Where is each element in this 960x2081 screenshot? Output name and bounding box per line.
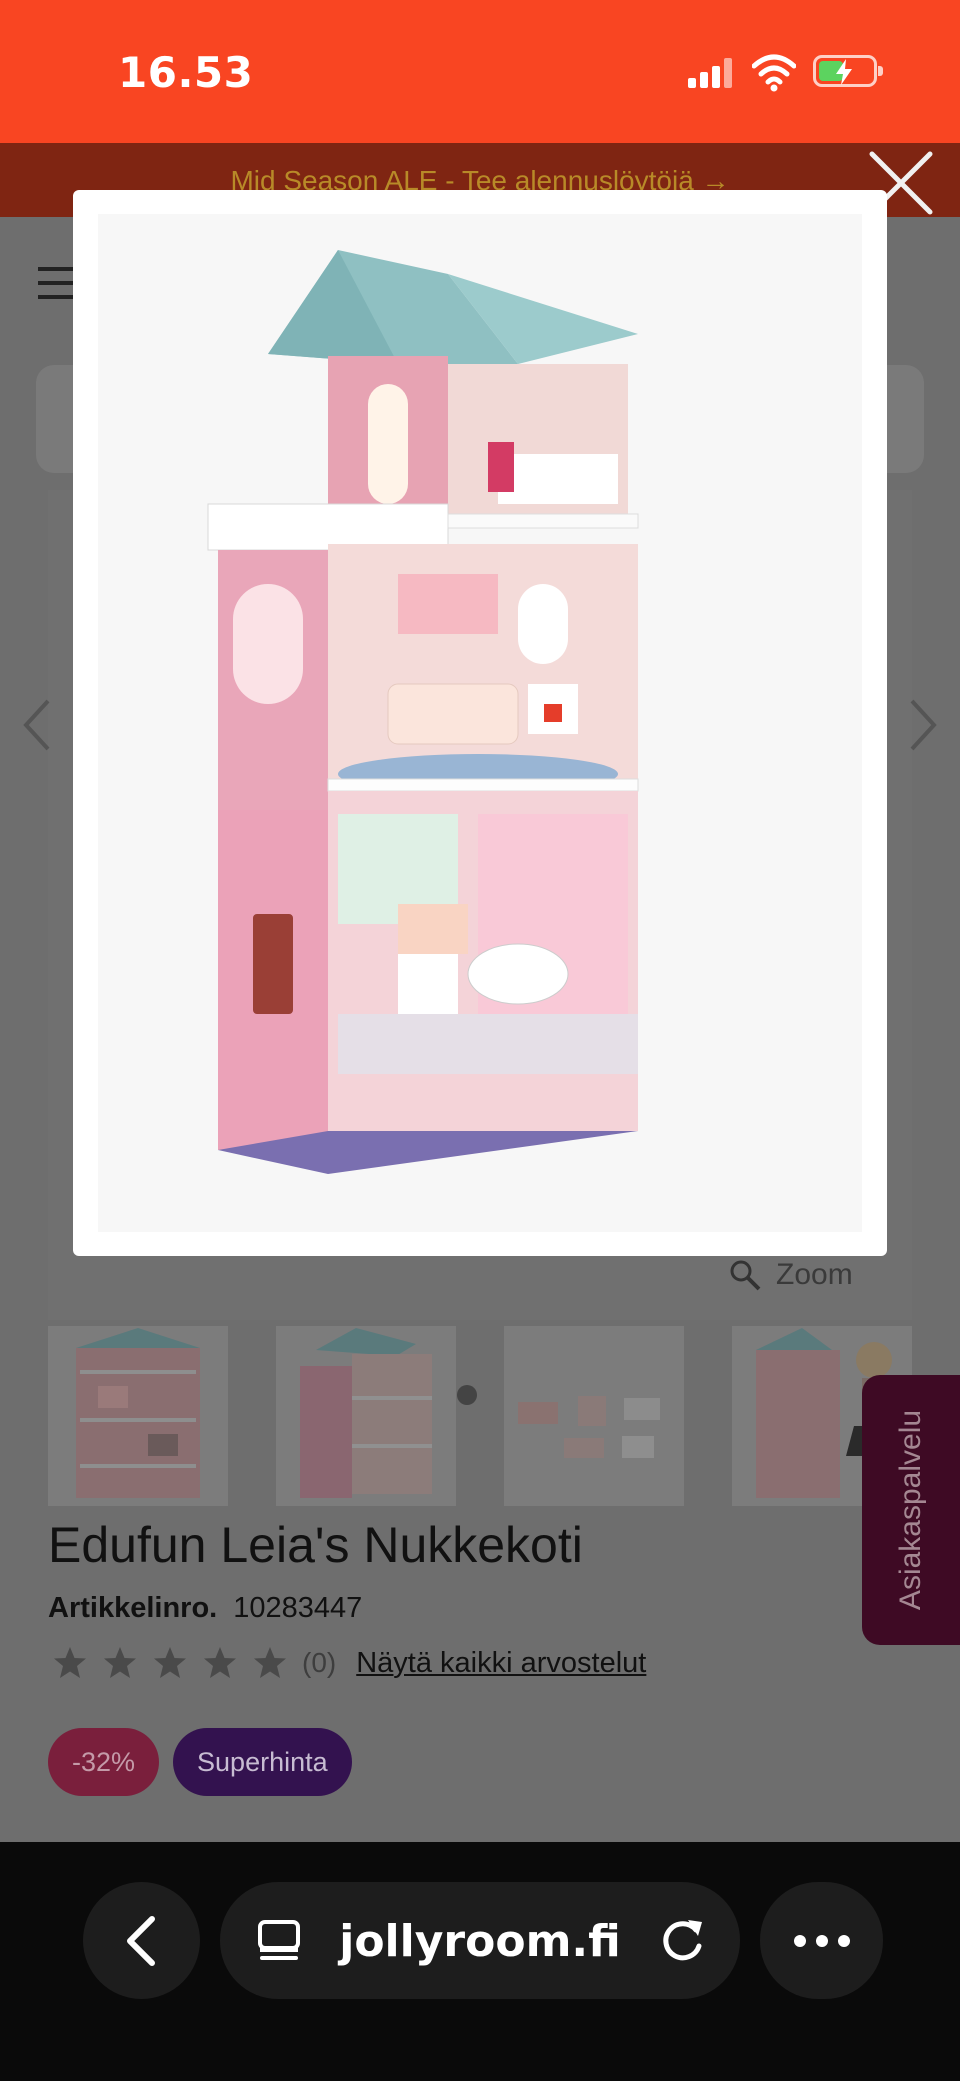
chevron-left-icon [126, 1915, 155, 1966]
product-title: Edufun Leia's Nukkekoti [48, 1517, 583, 1573]
article-number-row: Artikkelinro. 10283447 [48, 1592, 362, 1625]
status-time: 16.53 [118, 48, 254, 97]
super-price-badge: Superhinta [173, 1728, 352, 1796]
menu-icon[interactable] [38, 267, 76, 299]
thumbnail-dollhouse-front[interactable] [48, 1326, 228, 1506]
discount-badge: -32% [48, 1728, 160, 1796]
chevron-right-icon[interactable] [902, 695, 942, 755]
badges: -32% Superhinta [48, 1728, 352, 1796]
gallery-dot [457, 1385, 477, 1405]
thumbnail-dollhouse-side[interactable] [276, 1326, 456, 1506]
status-bar: 16.53 [0, 0, 960, 143]
star-icon [154, 1647, 186, 1678]
magnifier-icon [730, 1260, 761, 1291]
star-icon [254, 1647, 286, 1678]
rating-row: (0) Näytä kaikki arvostelut [52, 1645, 646, 1681]
rating-stars [52, 1645, 288, 1681]
signal-icon [688, 58, 732, 88]
address-bar[interactable]: jollyroom.fi [220, 1882, 740, 1999]
reload-icon[interactable] [658, 1916, 706, 1966]
zoom-label: Zoom [776, 1258, 853, 1291]
star-icon [104, 1647, 136, 1678]
dollhouse-image[interactable] [98, 214, 862, 1232]
customer-service-tab[interactable]: Asiakaspalvelu [862, 1375, 960, 1645]
thumbnail-strip [48, 1326, 912, 1506]
more-button[interactable] [760, 1882, 883, 1999]
back-button[interactable] [83, 1882, 200, 1999]
chevron-left-icon[interactable] [18, 695, 58, 755]
zoom-button[interactable]: Zoom [728, 1258, 853, 1292]
article-number: 10283447 [233, 1592, 363, 1624]
star-icon [54, 1647, 86, 1678]
article-label: Artikkelinro. [48, 1592, 218, 1624]
star-icon [204, 1647, 236, 1678]
wifi-icon [752, 54, 796, 92]
battery-charging-icon [813, 55, 883, 87]
review-count: (0) [302, 1647, 337, 1678]
reviews-link[interactable]: Näytä kaikki arvostelut [356, 1647, 646, 1680]
thumbnail-furniture[interactable] [504, 1326, 684, 1506]
image-modal [73, 190, 887, 1256]
customer-service-label: Asiakaspalvelu [894, 1409, 927, 1611]
